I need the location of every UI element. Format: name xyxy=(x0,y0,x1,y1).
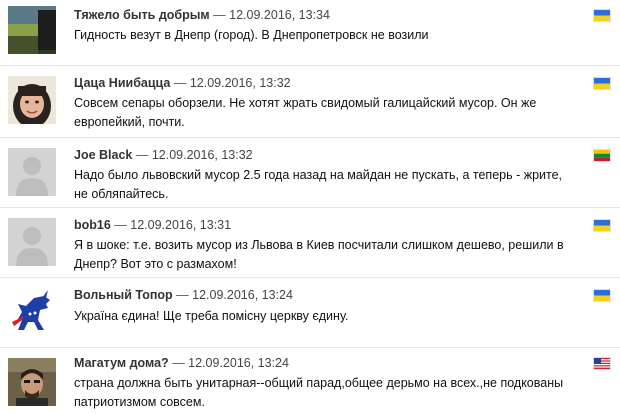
comment-meta: Цаца Ниибацца — 12.09.2016, 13:32 xyxy=(74,76,291,90)
comment-text: страна должна быть унитарная--общий пара… xyxy=(74,376,564,409)
lt-flag-icon xyxy=(594,150,610,161)
comment-meta: Тяжело быть добрым — 12.09.2016, 13:34 xyxy=(74,8,330,22)
woman-photo-avatar[interactable] xyxy=(8,76,56,124)
comment-item: Тяжело быть добрым — 12.09.2016, 13:34 Г… xyxy=(0,0,620,66)
us-flag-icon xyxy=(594,358,610,369)
comment-meta: Магатум дома? — 12.09.2016, 13:24 xyxy=(74,356,289,370)
comment-datetime: 12.09.2016, 13:24 xyxy=(192,288,293,302)
meta-separator: — xyxy=(176,288,189,302)
comment-item: Цаца Ниибацца — 12.09.2016, 13:32 Совсем… xyxy=(0,66,620,138)
man-photo-avatar[interactable] xyxy=(8,358,56,406)
ua-flag-icon xyxy=(594,220,610,231)
comment-item: Магатум дома? — 12.09.2016, 13:24 страна… xyxy=(0,348,620,414)
comment-author[interactable]: Тяжело быть добрым xyxy=(74,8,210,22)
default-user-avatar[interactable] xyxy=(8,218,56,266)
comment-text: Надо было львовский мусор 2.5 года назад… xyxy=(74,168,563,201)
comment-datetime: 12.09.2016, 13:32 xyxy=(151,148,253,162)
comment-item: Вольный Топор — 12.09.2016, 13:24 Україн… xyxy=(0,278,620,348)
comment-datetime: 12.09.2016, 13:34 xyxy=(229,8,330,22)
meta-separator: — xyxy=(114,218,127,232)
comment-author[interactable]: bob16 xyxy=(74,218,111,232)
comment-author[interactable]: Цаца Ниибацца xyxy=(74,76,170,90)
ua-flag-icon xyxy=(594,10,610,21)
comment-item: Joe Black — 12.09.2016, 13:32 Надо было … xyxy=(0,138,620,208)
comment-datetime: 12.09.2016, 13:32 xyxy=(189,76,291,90)
comment-author[interactable]: Joe Black xyxy=(74,148,132,162)
ua-flag-icon xyxy=(594,78,610,89)
comment-item: bob16 — 12.09.2016, 13:31 Я в шоке: т.е.… xyxy=(0,208,620,278)
meta-separator: — xyxy=(135,148,149,162)
comment-meta: Вольный Топор — 12.09.2016, 13:24 xyxy=(74,288,293,302)
comment-text: Україна єдина! Ще треба помісну церкву є… xyxy=(74,309,349,323)
meta-separator: — xyxy=(173,76,187,90)
comment-meta: Joe Black — 12.09.2016, 13:32 xyxy=(74,148,253,162)
comment-author[interactable]: Вольный Топор xyxy=(74,288,173,302)
comment-datetime: 12.09.2016, 13:24 xyxy=(188,356,289,370)
donkey-logo-avatar[interactable] xyxy=(8,286,56,334)
comment-author[interactable]: Магатум дома? xyxy=(74,356,169,370)
meta-separator: — xyxy=(213,8,226,22)
landscape-avatar[interactable] xyxy=(8,6,56,54)
ua-flag-icon xyxy=(594,290,610,301)
comment-list: Тяжело быть добрым — 12.09.2016, 13:34 Г… xyxy=(0,0,620,414)
default-user-avatar[interactable] xyxy=(8,148,56,196)
comment-text: Совсем сепары оборзели. Не хотят жрать с… xyxy=(74,96,537,129)
comment-datetime: 12.09.2016, 13:31 xyxy=(130,218,232,232)
meta-separator: — xyxy=(172,356,185,370)
comment-text: Гидность везут в Днепр (город). В Днепро… xyxy=(74,28,429,42)
comment-text: Я в шоке: т.е. возить мусор из Львова в … xyxy=(74,238,564,271)
comment-meta: bob16 — 12.09.2016, 13:31 xyxy=(74,218,231,232)
